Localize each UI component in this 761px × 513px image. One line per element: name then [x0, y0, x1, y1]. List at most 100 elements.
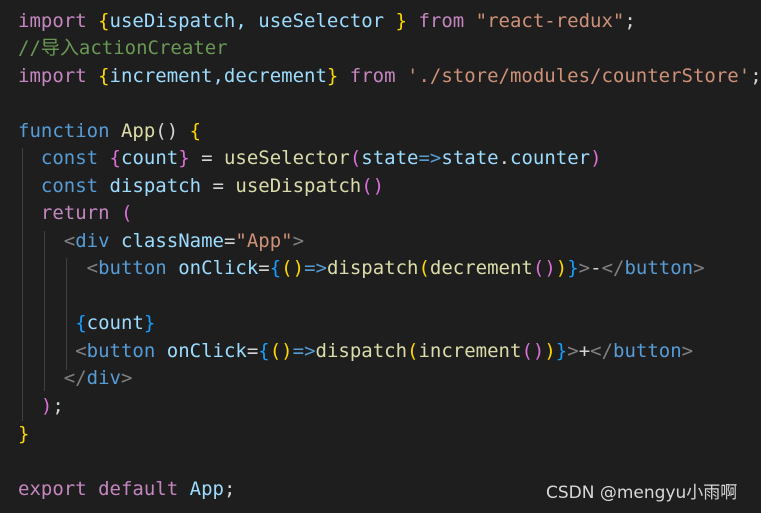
- keyword-return: return: [40, 202, 110, 224]
- module-string: "react-redux": [475, 10, 625, 32]
- keyword-const: const: [40, 147, 99, 169]
- keyword-from: from: [349, 65, 396, 87]
- brace-open: {: [109, 147, 121, 169]
- attribute-name: className: [121, 230, 224, 252]
- code-line[interactable]: function App() {: [18, 118, 201, 145]
- brace-close: }: [567, 257, 579, 279]
- variable-name: dispatch: [109, 175, 202, 197]
- parens: (): [269, 340, 293, 362]
- code-line[interactable]: const {count} = useSelector(state=>state…: [18, 145, 602, 172]
- keyword-import: import: [18, 10, 87, 32]
- tag-close-lt: </: [590, 340, 614, 362]
- imported-names: increment,decrement: [109, 65, 327, 87]
- tag-lt: <: [63, 230, 76, 252]
- paren-open: (: [120, 202, 133, 224]
- brace-open: {: [98, 65, 110, 87]
- code-line[interactable]: //导入actionCreater: [18, 35, 228, 62]
- function-call: useDispatch: [235, 175, 362, 197]
- code-line[interactable]: const dispatch = useDispatch(): [18, 173, 384, 200]
- tag-name: button: [624, 257, 694, 279]
- equals: =: [246, 340, 259, 362]
- brace-close: }: [143, 312, 156, 334]
- semicolon: ;: [52, 395, 64, 417]
- brace-close: }: [18, 423, 30, 445]
- inner-call: decrement: [429, 257, 533, 279]
- arrow: =>: [304, 257, 327, 279]
- function-call: dispatch: [315, 340, 408, 362]
- tag-lt: <: [86, 257, 99, 279]
- tag-gt: >: [693, 257, 705, 279]
- inner-call: increment: [418, 340, 522, 362]
- equals: =: [189, 147, 224, 169]
- jsx-text: -: [590, 257, 602, 279]
- keyword-from: from: [418, 10, 465, 32]
- equals: =: [223, 230, 236, 252]
- paren-close: ): [555, 257, 568, 279]
- state-ref: state: [441, 147, 499, 169]
- keyword-export: export: [18, 478, 87, 500]
- tag-gt: >: [567, 340, 579, 362]
- brace-open: {: [189, 120, 202, 142]
- brace-close: }: [326, 65, 339, 87]
- code-line[interactable]: </div>: [18, 365, 133, 392]
- function-call: useSelector: [223, 147, 350, 169]
- module-string: './store/modules/counterStore': [407, 65, 751, 87]
- brace-open: {: [75, 312, 87, 334]
- code-line[interactable]: import {useDispatch, useSelector } from …: [14, 8, 636, 35]
- dot: .: [498, 147, 511, 169]
- tag-name: div: [86, 367, 121, 389]
- code-line[interactable]: <button onClick={()=>dispatch(increment(…: [18, 338, 693, 365]
- tag-name: button: [613, 340, 682, 362]
- attribute-value: "App": [235, 230, 293, 252]
- csdn-watermark: CSDN @mengyu小雨啊: [546, 483, 738, 503]
- paren-close: ): [40, 395, 53, 417]
- brace-open: {: [258, 340, 270, 362]
- jsx-text: +: [578, 340, 591, 362]
- code-line[interactable]: }: [18, 421, 29, 448]
- equals: =: [201, 175, 236, 197]
- tag-gt: >: [681, 340, 694, 362]
- brace-open: {: [269, 257, 282, 279]
- tag-lt: <: [75, 340, 87, 362]
- property: counter: [510, 147, 591, 169]
- keyword-const: const: [40, 175, 99, 197]
- code-line[interactable]: export default App;: [18, 476, 235, 503]
- brace-close: }: [395, 10, 407, 32]
- param: state: [361, 147, 419, 169]
- parens: (): [155, 120, 179, 142]
- tag-gt: >: [578, 257, 591, 279]
- comment-text: //导入actionCreater: [18, 37, 228, 59]
- paren-open: (: [407, 340, 419, 362]
- brace-close: }: [178, 147, 190, 169]
- function-call: dispatch: [326, 257, 419, 279]
- attribute-name: onClick: [178, 257, 259, 279]
- paren-close: ): [544, 340, 556, 362]
- code-line[interactable]: return (: [18, 200, 133, 227]
- parens: (): [361, 175, 385, 197]
- code-line[interactable]: <button onClick={()=>dispatch(decrement(…: [18, 255, 705, 282]
- tag-name: button: [86, 340, 156, 362]
- semicolon: ;: [750, 65, 761, 87]
- variable-count: count: [86, 312, 144, 334]
- tag-name: button: [98, 257, 167, 279]
- attribute-name: onClick: [166, 340, 247, 362]
- semicolon: ;: [624, 10, 636, 32]
- brace-close: }: [555, 340, 568, 362]
- keyword-default: default: [98, 478, 179, 500]
- variable-count: count: [121, 147, 179, 169]
- tag-name: div: [75, 230, 110, 252]
- paren-open: (: [349, 147, 362, 169]
- code-line[interactable]: import {increment,decrement} from './sto…: [18, 63, 761, 90]
- tag-gt: >: [120, 367, 133, 389]
- keyword-import: import: [18, 65, 87, 87]
- imported-names: useDispatch, useSelector: [109, 10, 396, 32]
- tag-close-lt: </: [601, 257, 625, 279]
- code-editor[interactable]: import {useDispatch, useSelector } from …: [0, 0, 761, 513]
- tag-gt: >: [292, 230, 305, 252]
- code-line[interactable]: <div className="App">: [18, 228, 304, 255]
- arrow: =>: [292, 340, 316, 362]
- function-name: App: [120, 120, 156, 142]
- arrow: =>: [418, 147, 442, 169]
- code-line[interactable]: {count}: [18, 310, 155, 337]
- code-line[interactable]: );: [18, 393, 64, 420]
